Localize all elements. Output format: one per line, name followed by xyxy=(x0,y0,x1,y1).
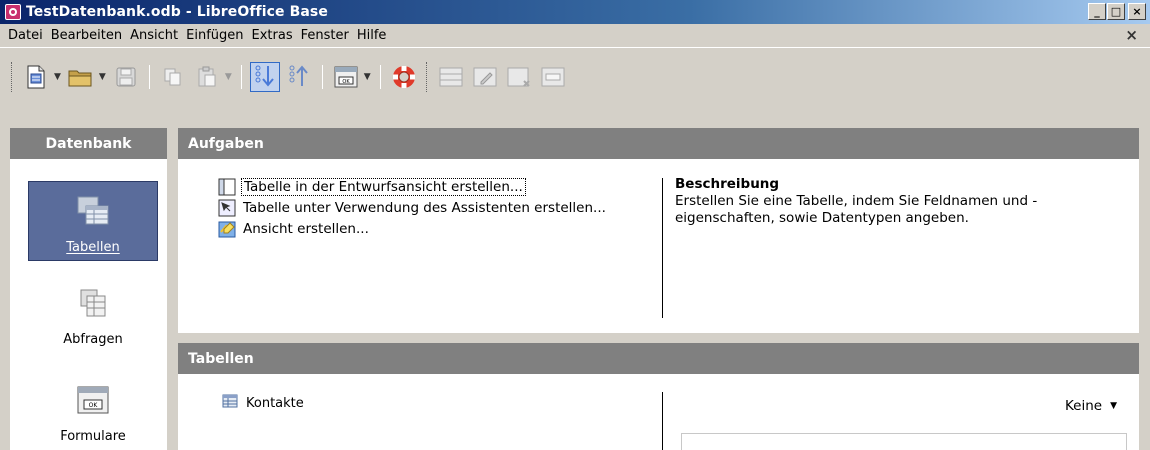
table-design-icon xyxy=(218,178,236,196)
menu-datei[interactable]: Datei xyxy=(4,28,47,43)
paste-dropdown-icon[interactable]: ▼ xyxy=(225,72,232,82)
open-dropdown-icon[interactable]: ▼ xyxy=(99,72,106,82)
tables-divider xyxy=(662,392,663,450)
description-title: Beschreibung xyxy=(675,176,780,192)
sidebar-item-tabellen[interactable]: Tabellen xyxy=(28,181,158,261)
form-control-dropdown-icon[interactable]: ▼ xyxy=(364,72,371,82)
svg-text:OK: OK xyxy=(89,402,99,409)
task-label: Tabelle in der Entwurfsansicht erstellen… xyxy=(241,177,526,196)
task-label: Ansicht erstellen... xyxy=(243,220,369,237)
database-panel-header: Datenbank xyxy=(10,128,167,159)
form-control-icon[interactable]: OK xyxy=(331,62,361,92)
window-controls: _ □ × xyxy=(1087,3,1146,20)
queries-icon xyxy=(78,288,108,322)
toolbar-grip[interactable] xyxy=(425,61,429,92)
sidebar-item-label: Formulare xyxy=(60,429,126,444)
menu-einfuegen[interactable]: Einfügen xyxy=(182,28,247,43)
menu-ansicht[interactable]: Ansicht xyxy=(126,28,182,43)
preview-mode-value: Keine xyxy=(1064,398,1103,414)
table-wizard-icon xyxy=(218,199,236,217)
table-icon xyxy=(222,394,238,412)
table-item-label: Kontakte xyxy=(246,395,304,411)
table-item-kontakte[interactable]: Kontakte xyxy=(222,394,304,412)
sidebar-item-abfragen[interactable]: Abfragen xyxy=(28,276,158,356)
toolbar-separator xyxy=(379,64,381,89)
tasks-panel: Aufgaben Tabelle in der Entwurfsansicht … xyxy=(178,128,1139,333)
description-text: Erstellen Sie eine Tabelle, indem Sie Fe… xyxy=(675,193,1038,226)
menu-extras[interactable]: Extras xyxy=(248,28,297,43)
toolbar-separator xyxy=(148,64,150,89)
copy-icon[interactable] xyxy=(158,62,188,92)
toolbar-separator xyxy=(321,64,323,89)
tables-panel-header: Tabellen xyxy=(178,343,1139,374)
standard-toolbar: ▼ ▼ ▼ OK ▼ xyxy=(0,47,1150,105)
task-label: Tabelle unter Verwendung des Assistenten… xyxy=(243,199,606,216)
tasks-panel-header: Aufgaben xyxy=(178,128,1139,159)
toolbar-separator xyxy=(240,64,242,89)
close-window-button[interactable]: × xyxy=(1128,3,1146,20)
delete-icon[interactable] xyxy=(504,62,534,92)
tables-icon xyxy=(76,194,110,230)
forms-icon: OK xyxy=(77,385,109,419)
new-dropdown-icon[interactable]: ▼ xyxy=(54,72,61,82)
libreoffice-base-icon xyxy=(5,4,21,20)
sort-ascending-icon[interactable] xyxy=(249,61,280,92)
window-title: TestDatenbank.odb - LibreOffice Base xyxy=(26,4,328,20)
paste-icon[interactable] xyxy=(192,62,222,92)
task-create-view[interactable]: Ansicht erstellen... xyxy=(218,218,608,239)
sort-descending-icon[interactable] xyxy=(284,62,314,92)
svg-text:OK: OK xyxy=(342,79,350,85)
close-document-icon[interactable]: × xyxy=(1125,26,1138,44)
sidebar-item-label: Abfragen xyxy=(63,332,123,347)
task-description: Beschreibung Erstellen Sie eine Tabelle,… xyxy=(675,176,1115,227)
open-folder-icon[interactable] xyxy=(66,62,96,92)
menu-bar: Datei Bearbeiten Ansicht Einfügen Extras… xyxy=(0,24,1150,46)
title-bar[interactable]: TestDatenbank.odb - LibreOffice Base _ □… xyxy=(0,0,1150,24)
task-create-table-wizard[interactable]: Tabelle unter Verwendung des Assistenten… xyxy=(218,197,608,218)
edit-icon[interactable] xyxy=(470,62,500,92)
help-lifebuoy-icon[interactable] xyxy=(389,62,419,92)
view-create-icon xyxy=(218,220,236,238)
menu-bearbeiten[interactable]: Bearbeiten xyxy=(47,28,126,43)
chevron-down-icon: ▼ xyxy=(1110,401,1117,411)
preview-mode-dropdown[interactable]: Keine ▼ xyxy=(1065,398,1117,414)
task-list: Tabelle in der Entwurfsansicht erstellen… xyxy=(218,176,608,239)
sidebar-item-formulare[interactable]: OK Formulare xyxy=(28,373,158,450)
open-database-object-icon[interactable] xyxy=(436,62,466,92)
sidebar-item-label: Tabellen xyxy=(66,240,120,255)
preview-area xyxy=(681,433,1127,450)
tables-panel: Tabellen Kontakte Keine ▼ xyxy=(178,343,1139,450)
task-create-table-design[interactable]: Tabelle in der Entwurfsansicht erstellen… xyxy=(218,176,608,197)
sidebar-item-label-text: Abfragen xyxy=(63,332,123,347)
menu-fenster[interactable]: Fenster xyxy=(297,28,353,43)
new-document-icon[interactable] xyxy=(21,62,51,92)
rename-icon[interactable] xyxy=(538,62,568,92)
toolbar-grip[interactable] xyxy=(11,61,14,92)
minimize-button[interactable]: _ xyxy=(1088,3,1106,20)
tasks-divider xyxy=(662,178,663,318)
menu-hilfe[interactable]: Hilfe xyxy=(353,28,391,43)
save-icon[interactable] xyxy=(111,62,141,92)
database-panel: Datenbank Tabellen Abfragen OK Formulare xyxy=(10,128,167,450)
maximize-button[interactable]: □ xyxy=(1107,3,1125,20)
